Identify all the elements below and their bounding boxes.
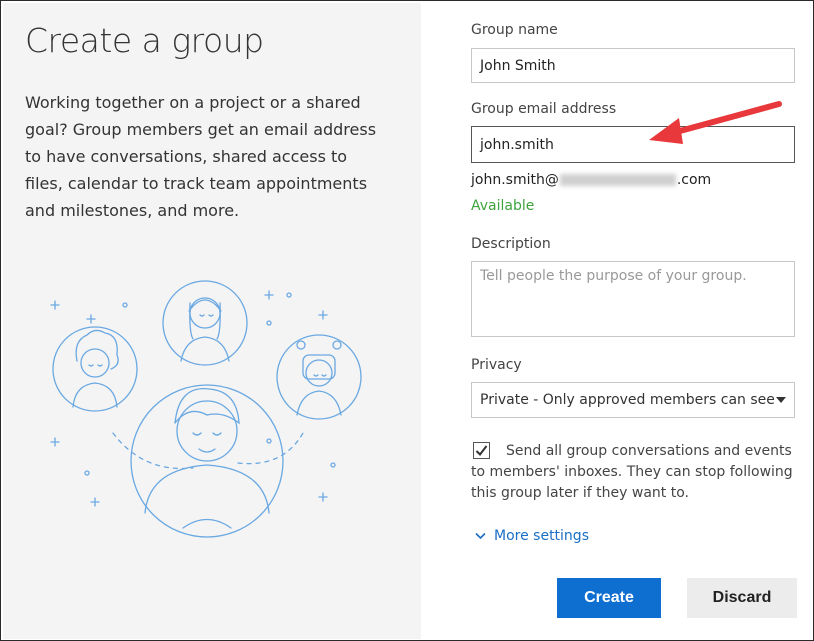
availability-status: Available	[471, 198, 535, 214]
chevron-down-icon	[475, 532, 486, 540]
group-email-label: Group email address	[471, 101, 617, 117]
discard-button[interactable]: Discard	[687, 578, 797, 618]
email-suffix: .com	[676, 172, 712, 188]
chevron-down-icon	[776, 397, 786, 403]
create-button[interactable]: Create	[557, 578, 661, 618]
more-settings-label: More settings	[494, 528, 589, 544]
page-title: Create a group	[25, 21, 264, 60]
group-name-input[interactable]: John Smith	[471, 48, 795, 83]
intro-panel: Create a group Working together on a pro…	[3, 3, 421, 639]
people-illustration	[50, 280, 362, 538]
privacy-label: Privacy	[471, 357, 522, 373]
description-label: Description	[471, 236, 551, 252]
privacy-selected-value: Private - Only approved members can see …	[480, 392, 776, 408]
privacy-select[interactable]: Private - Only approved members can see …	[471, 382, 795, 418]
email-prefix: john.smith@	[471, 172, 559, 188]
red-arrow-annotation	[649, 101, 782, 144]
intro-description: Working together on a project or a share…	[25, 93, 377, 220]
group-name-label: Group name	[471, 22, 558, 38]
description-input[interactable]	[471, 261, 795, 337]
create-group-dialog: Create a group Working together on a pro…	[0, 0, 814, 641]
redacted-domain	[559, 174, 676, 186]
send-conversations-label: Send all group conversations and events …	[471, 443, 793, 501]
email-preview: john.smith@ .com	[471, 172, 711, 188]
more-settings-link[interactable]: More settings	[475, 528, 589, 544]
group-name-value: John Smith	[480, 57, 556, 74]
group-email-value: john.smith	[480, 136, 554, 153]
